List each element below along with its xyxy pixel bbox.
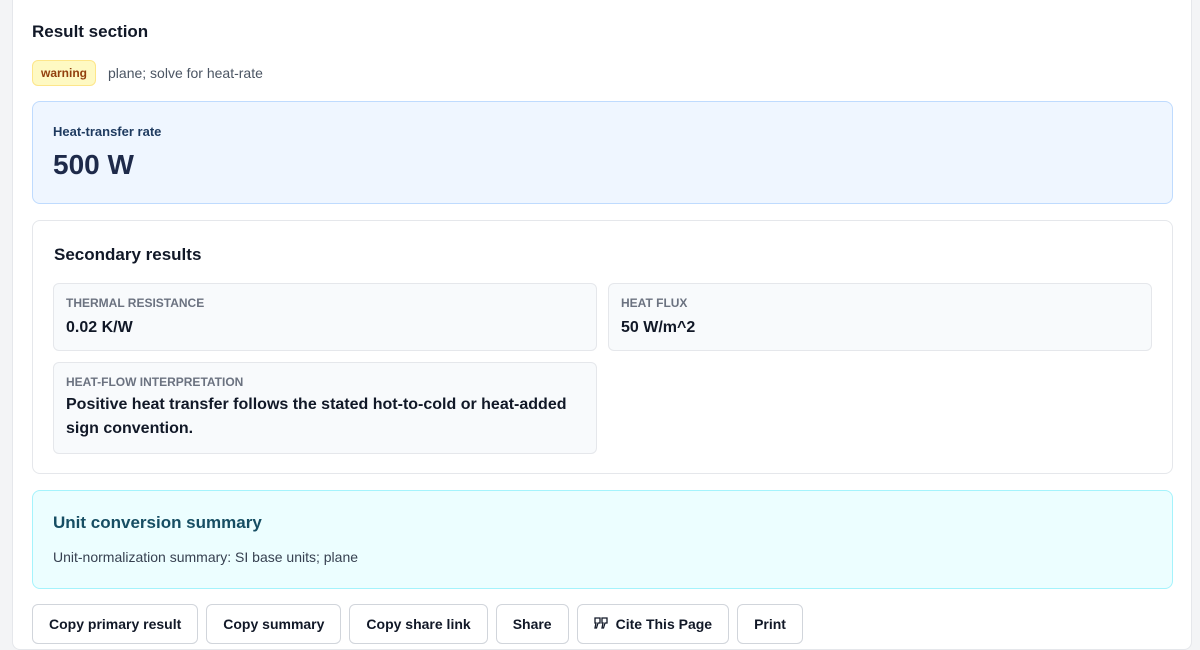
copy-primary-result-button[interactable]: Copy primary result	[32, 604, 199, 644]
metric-heat-flow-interpretation: HEAT-FLOW INTERPRETATION Positive heat t…	[53, 362, 597, 454]
metric-value: Positive heat transfer follows the state…	[66, 396, 567, 437]
metric-heat-flux: HEAT FLUX 50 W/m^2	[608, 283, 1152, 351]
section-title: Result section	[32, 22, 149, 41]
quote-icon	[593, 616, 608, 630]
primary-result-card: Heat-transfer rate 500 W	[32, 101, 1173, 204]
primary-result-value: 500 W	[53, 149, 134, 180]
share-button[interactable]: Share	[495, 604, 569, 644]
status-row: warning plane; solve for heat-rate	[32, 60, 263, 86]
metric-label: THERMAL RESISTANCE	[66, 296, 205, 310]
secondary-results-card: Secondary results THERMAL RESISTANCE 0.0…	[32, 220, 1173, 474]
button-label: Copy primary result	[49, 616, 182, 632]
metric-thermal-resistance: THERMAL RESISTANCE 0.02 K/W	[53, 283, 597, 351]
warning-badge: warning	[32, 60, 97, 86]
metric-value: 0.02 K/W	[66, 319, 133, 336]
unit-conversion-text: Unit-normalization summary: SI base unit…	[53, 549, 359, 565]
unit-conversion-card: Unit conversion summary Unit-normalizati…	[32, 490, 1173, 589]
metric-label: HEAT FLUX	[621, 296, 688, 310]
primary-result-label: Heat-transfer rate	[53, 124, 162, 139]
secondary-results-title: Secondary results	[54, 245, 202, 264]
button-label: Share	[512, 616, 552, 632]
print-button[interactable]: Print	[737, 604, 803, 644]
action-bar: Copy primary result Copy summary Copy sh…	[32, 604, 803, 644]
cite-page-button[interactable]: Cite This Page	[576, 604, 730, 644]
unit-conversion-title: Unit conversion summary	[53, 513, 262, 532]
metric-value: 50 W/m^2	[621, 319, 696, 336]
button-label: Print	[754, 616, 786, 632]
copy-share-link-button[interactable]: Copy share link	[349, 604, 488, 644]
copy-summary-button[interactable]: Copy summary	[206, 604, 342, 644]
button-label: Copy summary	[223, 616, 325, 632]
button-label: Cite This Page	[615, 616, 713, 632]
metric-label: HEAT-FLOW INTERPRETATION	[66, 375, 244, 389]
button-label: Copy share link	[366, 616, 471, 632]
status-text: plane; solve for heat-rate	[108, 65, 263, 81]
